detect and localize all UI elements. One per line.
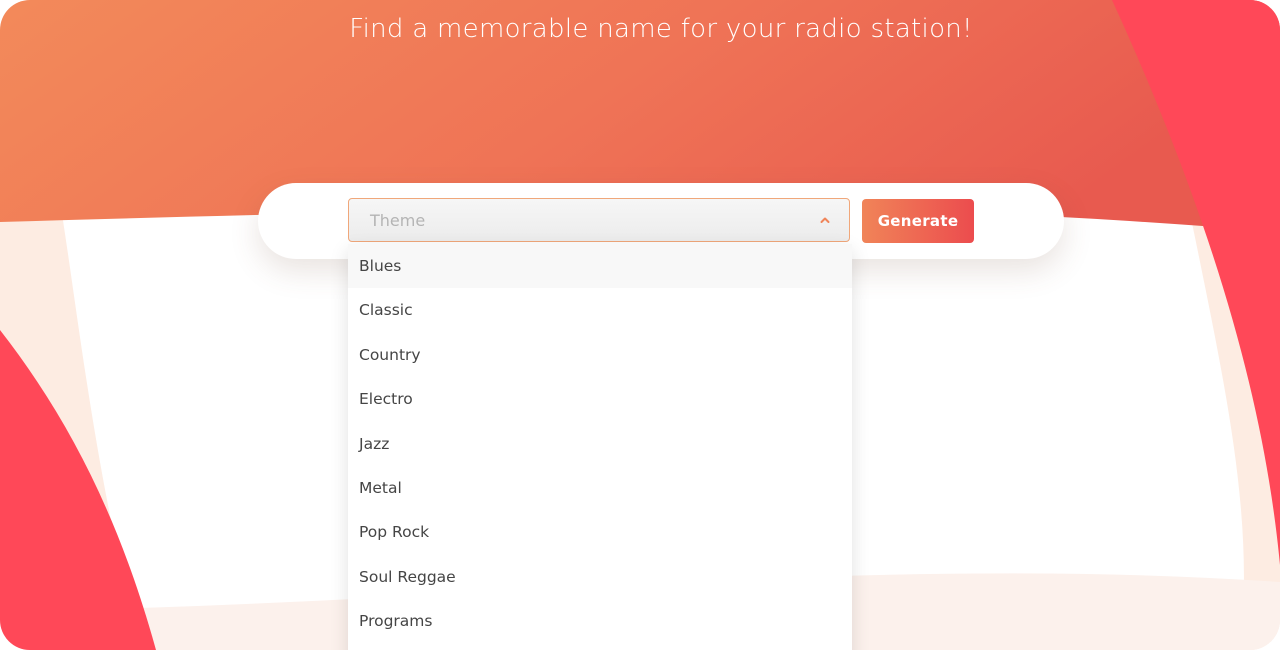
dropdown-option-metal[interactable]: Metal: [348, 466, 852, 510]
page-background: Find a memorable name for your radio sta…: [0, 0, 1280, 650]
dropdown-option-electro[interactable]: Electro: [348, 377, 852, 421]
chevron-up-icon: [820, 217, 830, 223]
theme-select[interactable]: Theme: [348, 198, 850, 242]
dropdown-option-classic[interactable]: Classic: [348, 288, 852, 332]
dropdown-option-soul-reggae[interactable]: Soul Reggae: [348, 555, 852, 599]
dropdown-option-jazz[interactable]: Jazz: [348, 422, 852, 466]
dropdown-option-country[interactable]: Country: [348, 333, 852, 377]
dropdown-option-blues[interactable]: Blues: [348, 244, 852, 289]
dropdown-option-programs[interactable]: Programs: [348, 599, 852, 643]
dropdown-option-pop-rock[interactable]: Pop Rock: [348, 510, 852, 554]
generate-button[interactable]: Generate: [862, 199, 974, 243]
page-headline: Find a memorable name for your radio sta…: [349, 14, 973, 44]
theme-select-placeholder: Theme: [370, 211, 426, 230]
theme-dropdown-list: Blues Classic Country Electro Jazz Metal…: [348, 244, 852, 650]
